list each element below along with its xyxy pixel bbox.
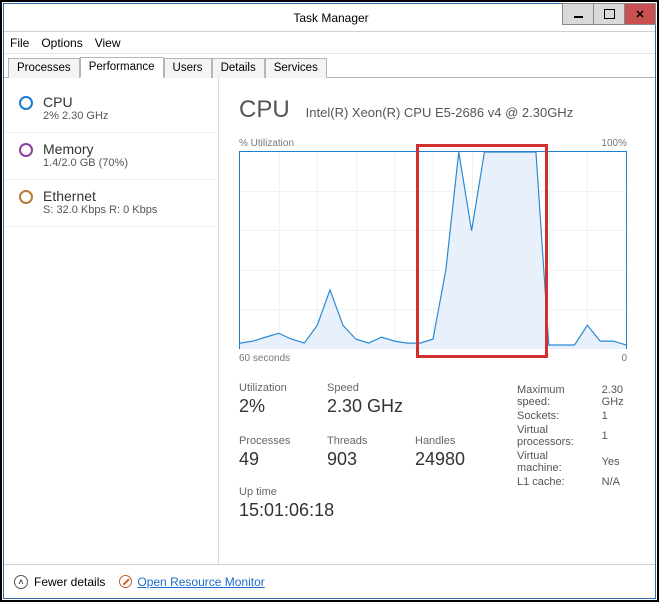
rs-vprocs-value: 1 <box>602 424 635 448</box>
chart-y-label: % Utilization <box>239 138 294 149</box>
rs-maxspeed-value: 2.30 GHz <box>602 384 635 408</box>
close-button[interactable]: ✕ <box>624 3 656 25</box>
tab-performance[interactable]: Performance <box>80 57 164 78</box>
fewer-details-label: Fewer details <box>34 575 105 589</box>
tab-services[interactable]: Services <box>265 58 327 78</box>
maximize-button[interactable] <box>593 3 625 25</box>
tabbar: Processes Performance Users Details Serv… <box>4 54 655 78</box>
stat-threads-label: Threads <box>327 435 387 447</box>
chart-x-left: 60 seconds <box>239 353 290 364</box>
ethernet-ring-icon <box>19 190 33 204</box>
stat-handles-label: Handles <box>415 435 475 447</box>
rs-vm-value: Yes <box>602 450 635 474</box>
tab-users[interactable]: Users <box>164 58 212 78</box>
window-title: Task Manager <box>100 11 562 25</box>
stat-processes-value: 49 <box>239 449 299 470</box>
sidebar-item-cpu[interactable]: CPU 2% 2.30 GHz <box>4 86 218 133</box>
open-resource-monitor-link[interactable]: Open Resource Monitor <box>137 575 264 589</box>
cpu-line-path <box>240 152 626 349</box>
tab-details[interactable]: Details <box>212 58 265 78</box>
menu-file[interactable]: File <box>10 36 29 50</box>
stat-uptime-value: 15:01:06:18 <box>239 500 475 521</box>
titlebar: Task Manager ✕ <box>4 4 655 32</box>
stat-utilization-label: Utilization <box>239 382 299 394</box>
sidebar-memory-label: Memory <box>43 141 128 157</box>
rs-vprocs-label: Virtual processors: <box>517 424 600 448</box>
fewer-details-button[interactable]: ˄ Fewer details <box>14 575 105 589</box>
rs-maxspeed-label: Maximum speed: <box>517 384 600 408</box>
stat-uptime-label: Up time <box>239 486 475 498</box>
sidebar-cpu-label: CPU <box>43 94 108 110</box>
sidebar-item-ethernet[interactable]: Ethernet S: 32.0 Kbps R: 0 Kbps <box>4 180 218 227</box>
chart-x-right: 0 <box>621 353 627 364</box>
cpu-heading: CPU <box>239 96 290 124</box>
rs-sockets-value: 1 <box>602 410 635 422</box>
chevron-up-icon: ˄ <box>14 575 28 589</box>
sidebar-memory-sub: 1.4/2.0 GB (70%) <box>43 157 128 169</box>
sidebar-ethernet-label: Ethernet <box>43 188 157 204</box>
sidebar-ethernet-sub: S: 32.0 Kbps R: 0 Kbps <box>43 204 157 216</box>
footer: ˄ Fewer details Open Resource Monitor <box>4 564 655 598</box>
stat-utilization-value: 2% <box>239 396 299 417</box>
minimize-button[interactable] <box>562 3 594 25</box>
resource-monitor-icon <box>119 575 132 588</box>
rs-l1-label: L1 cache: <box>517 476 600 488</box>
perf-sidebar: CPU 2% 2.30 GHz Memory 1.4/2.0 GB (70%) … <box>4 78 219 564</box>
stat-processes-label: Processes <box>239 435 299 447</box>
cpu-ring-icon <box>19 96 33 110</box>
sidebar-item-memory[interactable]: Memory 1.4/2.0 GB (70%) <box>4 133 218 180</box>
rs-l1-value: N/A <box>602 476 635 488</box>
menubar: File Options View <box>4 32 655 54</box>
tab-processes[interactable]: Processes <box>8 58 80 78</box>
cpu-utilization-chart[interactable] <box>239 151 627 349</box>
stat-speed-value: 2.30 GHz <box>327 396 403 417</box>
chart-y-max: 100% <box>601 138 627 149</box>
open-resource-monitor[interactable]: Open Resource Monitor <box>119 575 264 589</box>
stat-threads-value: 903 <box>327 449 387 470</box>
perf-main: CPU Intel(R) Xeon(R) CPU E5-2686 v4 @ 2.… <box>219 78 655 564</box>
menu-view[interactable]: View <box>95 36 121 50</box>
cpu-side-stats: Maximum speed:2.30 GHz Sockets:1 Virtual… <box>515 382 637 490</box>
stat-speed-label: Speed <box>327 382 403 394</box>
stat-handles-value: 24980 <box>415 449 475 470</box>
memory-ring-icon <box>19 143 33 157</box>
rs-vm-label: Virtual machine: <box>517 450 600 474</box>
rs-sockets-label: Sockets: <box>517 410 600 422</box>
cpu-model: Intel(R) Xeon(R) CPU E5-2686 v4 @ 2.30GH… <box>306 105 574 120</box>
menu-options[interactable]: Options <box>41 36 82 50</box>
sidebar-cpu-sub: 2% 2.30 GHz <box>43 110 108 122</box>
task-manager-window: Task Manager ✕ File Options View Process… <box>3 3 656 599</box>
